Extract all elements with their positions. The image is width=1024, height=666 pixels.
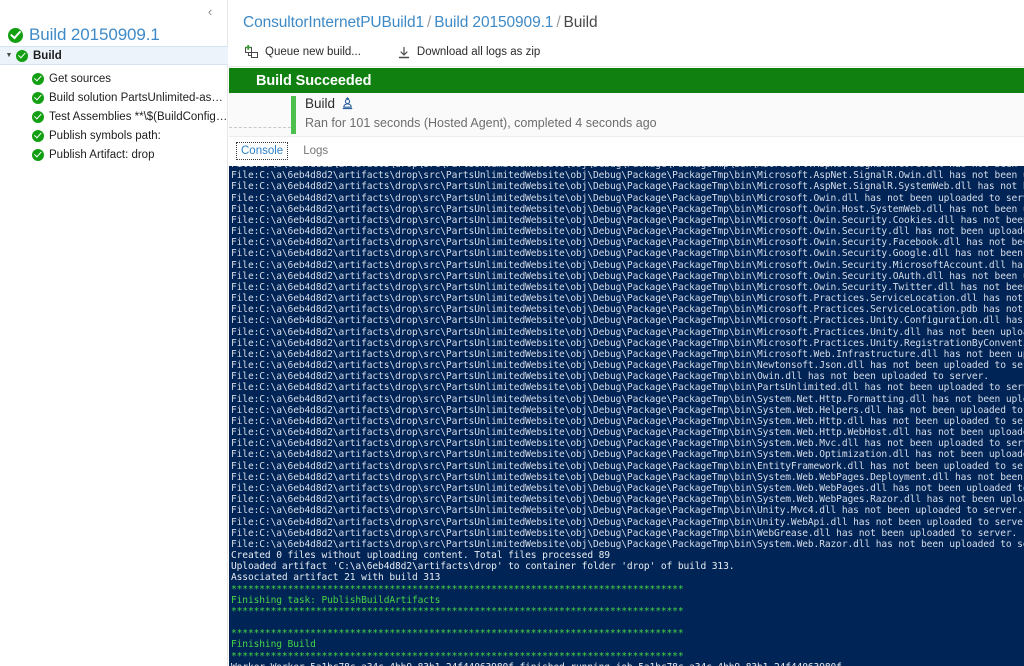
console-line: File:C:\a\6eb4d8d2\artifacts\drop\src\Pa… bbox=[231, 505, 1023, 517]
console-line: File:C:\a\6eb4d8d2\artifacts\drop\src\Pa… bbox=[231, 192, 1024, 204]
console-line: ****************************************… bbox=[231, 650, 684, 662]
breadcrumb: ConsultorInternetPUBuild1/Build 20150909… bbox=[243, 14, 598, 32]
console-line: File:C:\a\6eb4d8d2\artifacts\drop\src\Pa… bbox=[231, 226, 1024, 238]
console-line: Worker Worker-5a1bc78c-a34c-4bb9-83b1-24… bbox=[231, 662, 1024, 666]
sidebar-build-title[interactable]: Build 20150909.1 bbox=[0, 22, 228, 48]
sidebar-item-label: Publish Artifact: drop bbox=[49, 148, 155, 161]
success-check-icon bbox=[8, 27, 23, 43]
console-line: File:C:\a\6eb4d8d2\artifacts\drop\src\Pa… bbox=[231, 538, 1024, 550]
download-logs-button[interactable]: Download all logs as zip bbox=[392, 42, 544, 64]
queue-new-build-button[interactable]: Queue new build... bbox=[240, 42, 365, 64]
console-line: File:C:\a\6eb4d8d2\artifacts\drop\src\Pa… bbox=[231, 237, 1024, 249]
console-line: Created 0 files without uploading conten… bbox=[231, 550, 610, 562]
console-line: File:C:\a\6eb4d8d2\artifacts\drop\src\Pa… bbox=[231, 427, 1024, 439]
sidebar-item-build-solution[interactable]: Build solution PartsUnlimited-aspne... bbox=[0, 88, 228, 107]
console-line: Finishing task: PublishBuildArtifacts bbox=[231, 594, 441, 606]
console-line: File:C:\a\6eb4d8d2\artifacts\drop\src\Pa… bbox=[231, 348, 1024, 360]
expander-icon[interactable]: ▼ bbox=[2, 52, 16, 59]
console-line: File:C:\a\6eb4d8d2\artifacts\drop\src\Pa… bbox=[231, 371, 989, 383]
toolbar: Queue new build... Download all logs as … bbox=[229, 40, 1024, 67]
sidebar-item-label: Build solution PartsUnlimited-aspne... bbox=[49, 91, 228, 104]
console-line: ****************************************… bbox=[231, 583, 684, 595]
console-line: File:C:\a\6eb4d8d2\artifacts\drop\src\Pa… bbox=[231, 315, 1023, 327]
sidebar-item-publish-artifact[interactable]: Publish Artifact: drop bbox=[0, 145, 228, 164]
log-view-tabs: Console Logs bbox=[229, 137, 1024, 165]
build-results-page: ‹ Build 20150909.1 ▼ Build Get sources B… bbox=[0, 0, 1024, 666]
tab-logs[interactable]: Logs bbox=[299, 143, 332, 159]
console-line: File:C:\a\6eb4d8d2\artifacts\drop\src\Pa… bbox=[231, 382, 1024, 394]
console-line: Finishing Build bbox=[231, 639, 316, 651]
breadcrumb-separator: / bbox=[556, 14, 561, 31]
queue-build-icon bbox=[244, 44, 260, 61]
console-line: File:C:\a\6eb4d8d2\artifacts\drop\src\Pa… bbox=[231, 449, 1024, 461]
sidebar-item-get-sources[interactable]: Get sources bbox=[0, 69, 228, 88]
console-line: File:C:\a\6eb4d8d2\artifacts\drop\src\Pa… bbox=[231, 214, 1024, 226]
console-output[interactable]: File:C:\a\6eb4d8d2\artifacts\drop\src\Pa… bbox=[229, 166, 1024, 666]
console-line: File:C:\a\6eb4d8d2\artifacts\drop\src\Pa… bbox=[231, 494, 1024, 506]
console-line: File:C:\a\6eb4d8d2\artifacts\drop\src\Pa… bbox=[231, 471, 1023, 483]
console-line: Associated artifact 21 with build 313 bbox=[231, 572, 441, 584]
build-summary-title-label: Build bbox=[305, 96, 336, 111]
success-check-icon bbox=[16, 49, 28, 62]
console-lines: File:C:\a\6eb4d8d2\artifacts\drop\src\Pa… bbox=[231, 166, 1024, 666]
build-steps-sidebar: ‹ Build 20150909.1 ▼ Build Get sources B… bbox=[0, 0, 228, 666]
status-banner-label: Build Succeeded bbox=[256, 72, 372, 89]
console-line: File:C:\a\6eb4d8d2\artifacts\drop\src\Pa… bbox=[231, 181, 1024, 193]
sidebar-item-label: Build bbox=[33, 49, 62, 62]
download-icon bbox=[396, 45, 412, 61]
status-banner: Build Succeeded bbox=[229, 68, 1024, 93]
sidebar-item-build[interactable]: ▼ Build bbox=[0, 46, 228, 65]
console-line: File:C:\a\6eb4d8d2\artifacts\drop\src\Pa… bbox=[231, 203, 1024, 215]
console-line: File:C:\a\6eb4d8d2\artifacts\drop\src\Pa… bbox=[231, 293, 1023, 305]
console-line: File:C:\a\6eb4d8d2\artifacts\drop\src\Pa… bbox=[231, 404, 1024, 416]
console-line: ****************************************… bbox=[231, 628, 684, 640]
console-line: File:C:\a\6eb4d8d2\artifacts\drop\src\Pa… bbox=[231, 304, 1023, 316]
console-line: File:C:\a\6eb4d8d2\artifacts\drop\src\Pa… bbox=[231, 248, 1023, 260]
sidebar-item-publish-symbols[interactable]: Publish symbols path: bbox=[0, 126, 228, 145]
timeline-dashed-connector bbox=[229, 127, 291, 128]
success-check-icon bbox=[32, 91, 44, 104]
sidebar-item-label: Get sources bbox=[49, 72, 111, 85]
build-status-bar bbox=[291, 96, 296, 134]
console-line: Uploaded artifact 'C:\a\6eb4d8d2\artifac… bbox=[231, 561, 735, 573]
success-check-icon bbox=[32, 72, 44, 85]
build-summary: Build Ran for 101 seconds (Hosted Agent)… bbox=[229, 93, 1024, 137]
console-line: File:C:\a\6eb4d8d2\artifacts\drop\src\Pa… bbox=[231, 281, 1024, 293]
console-line: File:C:\a\6eb4d8d2\artifacts\drop\src\Pa… bbox=[231, 259, 1024, 271]
main-content: ConsultorInternetPUBuild1/Build 20150909… bbox=[229, 0, 1024, 666]
console-line: File:C:\a\6eb4d8d2\artifacts\drop\src\Pa… bbox=[231, 337, 1024, 349]
sidebar-item-label: Test Assemblies **\$(BuildConfigur... bbox=[49, 110, 228, 123]
breadcrumb-current: Build bbox=[563, 14, 598, 31]
sidebar-build-title-label: Build 20150909.1 bbox=[29, 25, 160, 44]
collapse-sidebar-icon[interactable]: ‹ bbox=[201, 3, 219, 21]
success-check-icon bbox=[32, 148, 44, 161]
console-line: File:C:\a\6eb4d8d2\artifacts\drop\src\Pa… bbox=[231, 270, 1024, 282]
sidebar-item-label: Publish symbols path: bbox=[49, 129, 161, 142]
console-line: File:C:\a\6eb4d8d2\artifacts\drop\src\Pa… bbox=[231, 170, 1024, 182]
console-line: File:C:\a\6eb4d8d2\artifacts\drop\src\Pa… bbox=[231, 438, 1024, 450]
tab-console[interactable]: Console bbox=[235, 142, 289, 160]
console-line: File:C:\a\6eb4d8d2\artifacts\drop\src\Pa… bbox=[231, 360, 1024, 372]
download-logs-label: Download all logs as zip bbox=[416, 46, 541, 59]
sidebar-item-test-assemblies[interactable]: Test Assemblies **\$(BuildConfigur... bbox=[0, 107, 228, 126]
success-check-icon bbox=[32, 110, 44, 123]
queue-new-build-label: Queue new build... bbox=[265, 46, 361, 59]
console-line: File:C:\a\6eb4d8d2\artifacts\drop\src\Pa… bbox=[231, 326, 1024, 338]
breadcrumb-project-link[interactable]: ConsultorInternetPUBuild1 bbox=[243, 14, 424, 31]
console-line: ****************************************… bbox=[231, 605, 684, 617]
build-summary-title: Build bbox=[305, 96, 354, 111]
console-line: File:C:\a\6eb4d8d2\artifacts\drop\src\Pa… bbox=[231, 516, 1024, 528]
console-line: File:C:\a\6eb4d8d2\artifacts\drop\src\Pa… bbox=[231, 460, 1024, 472]
build-summary-subtitle: Ran for 101 seconds (Hosted Agent), comp… bbox=[305, 116, 657, 130]
console-line: File:C:\a\6eb4d8d2\artifacts\drop\src\Pa… bbox=[231, 527, 1018, 539]
console-line: File:C:\a\6eb4d8d2\artifacts\drop\src\Pa… bbox=[231, 393, 1024, 405]
console-line: File:C:\a\6eb4d8d2\artifacts\drop\src\Pa… bbox=[231, 415, 1024, 427]
console-line: File:C:\a\6eb4d8d2\artifacts\drop\src\Pa… bbox=[231, 482, 1024, 494]
success-check-icon bbox=[32, 129, 44, 142]
agent-person-icon bbox=[341, 97, 354, 110]
breadcrumb-build-link[interactable]: Build 20150909.1 bbox=[434, 14, 553, 31]
breadcrumb-separator: / bbox=[427, 14, 432, 31]
